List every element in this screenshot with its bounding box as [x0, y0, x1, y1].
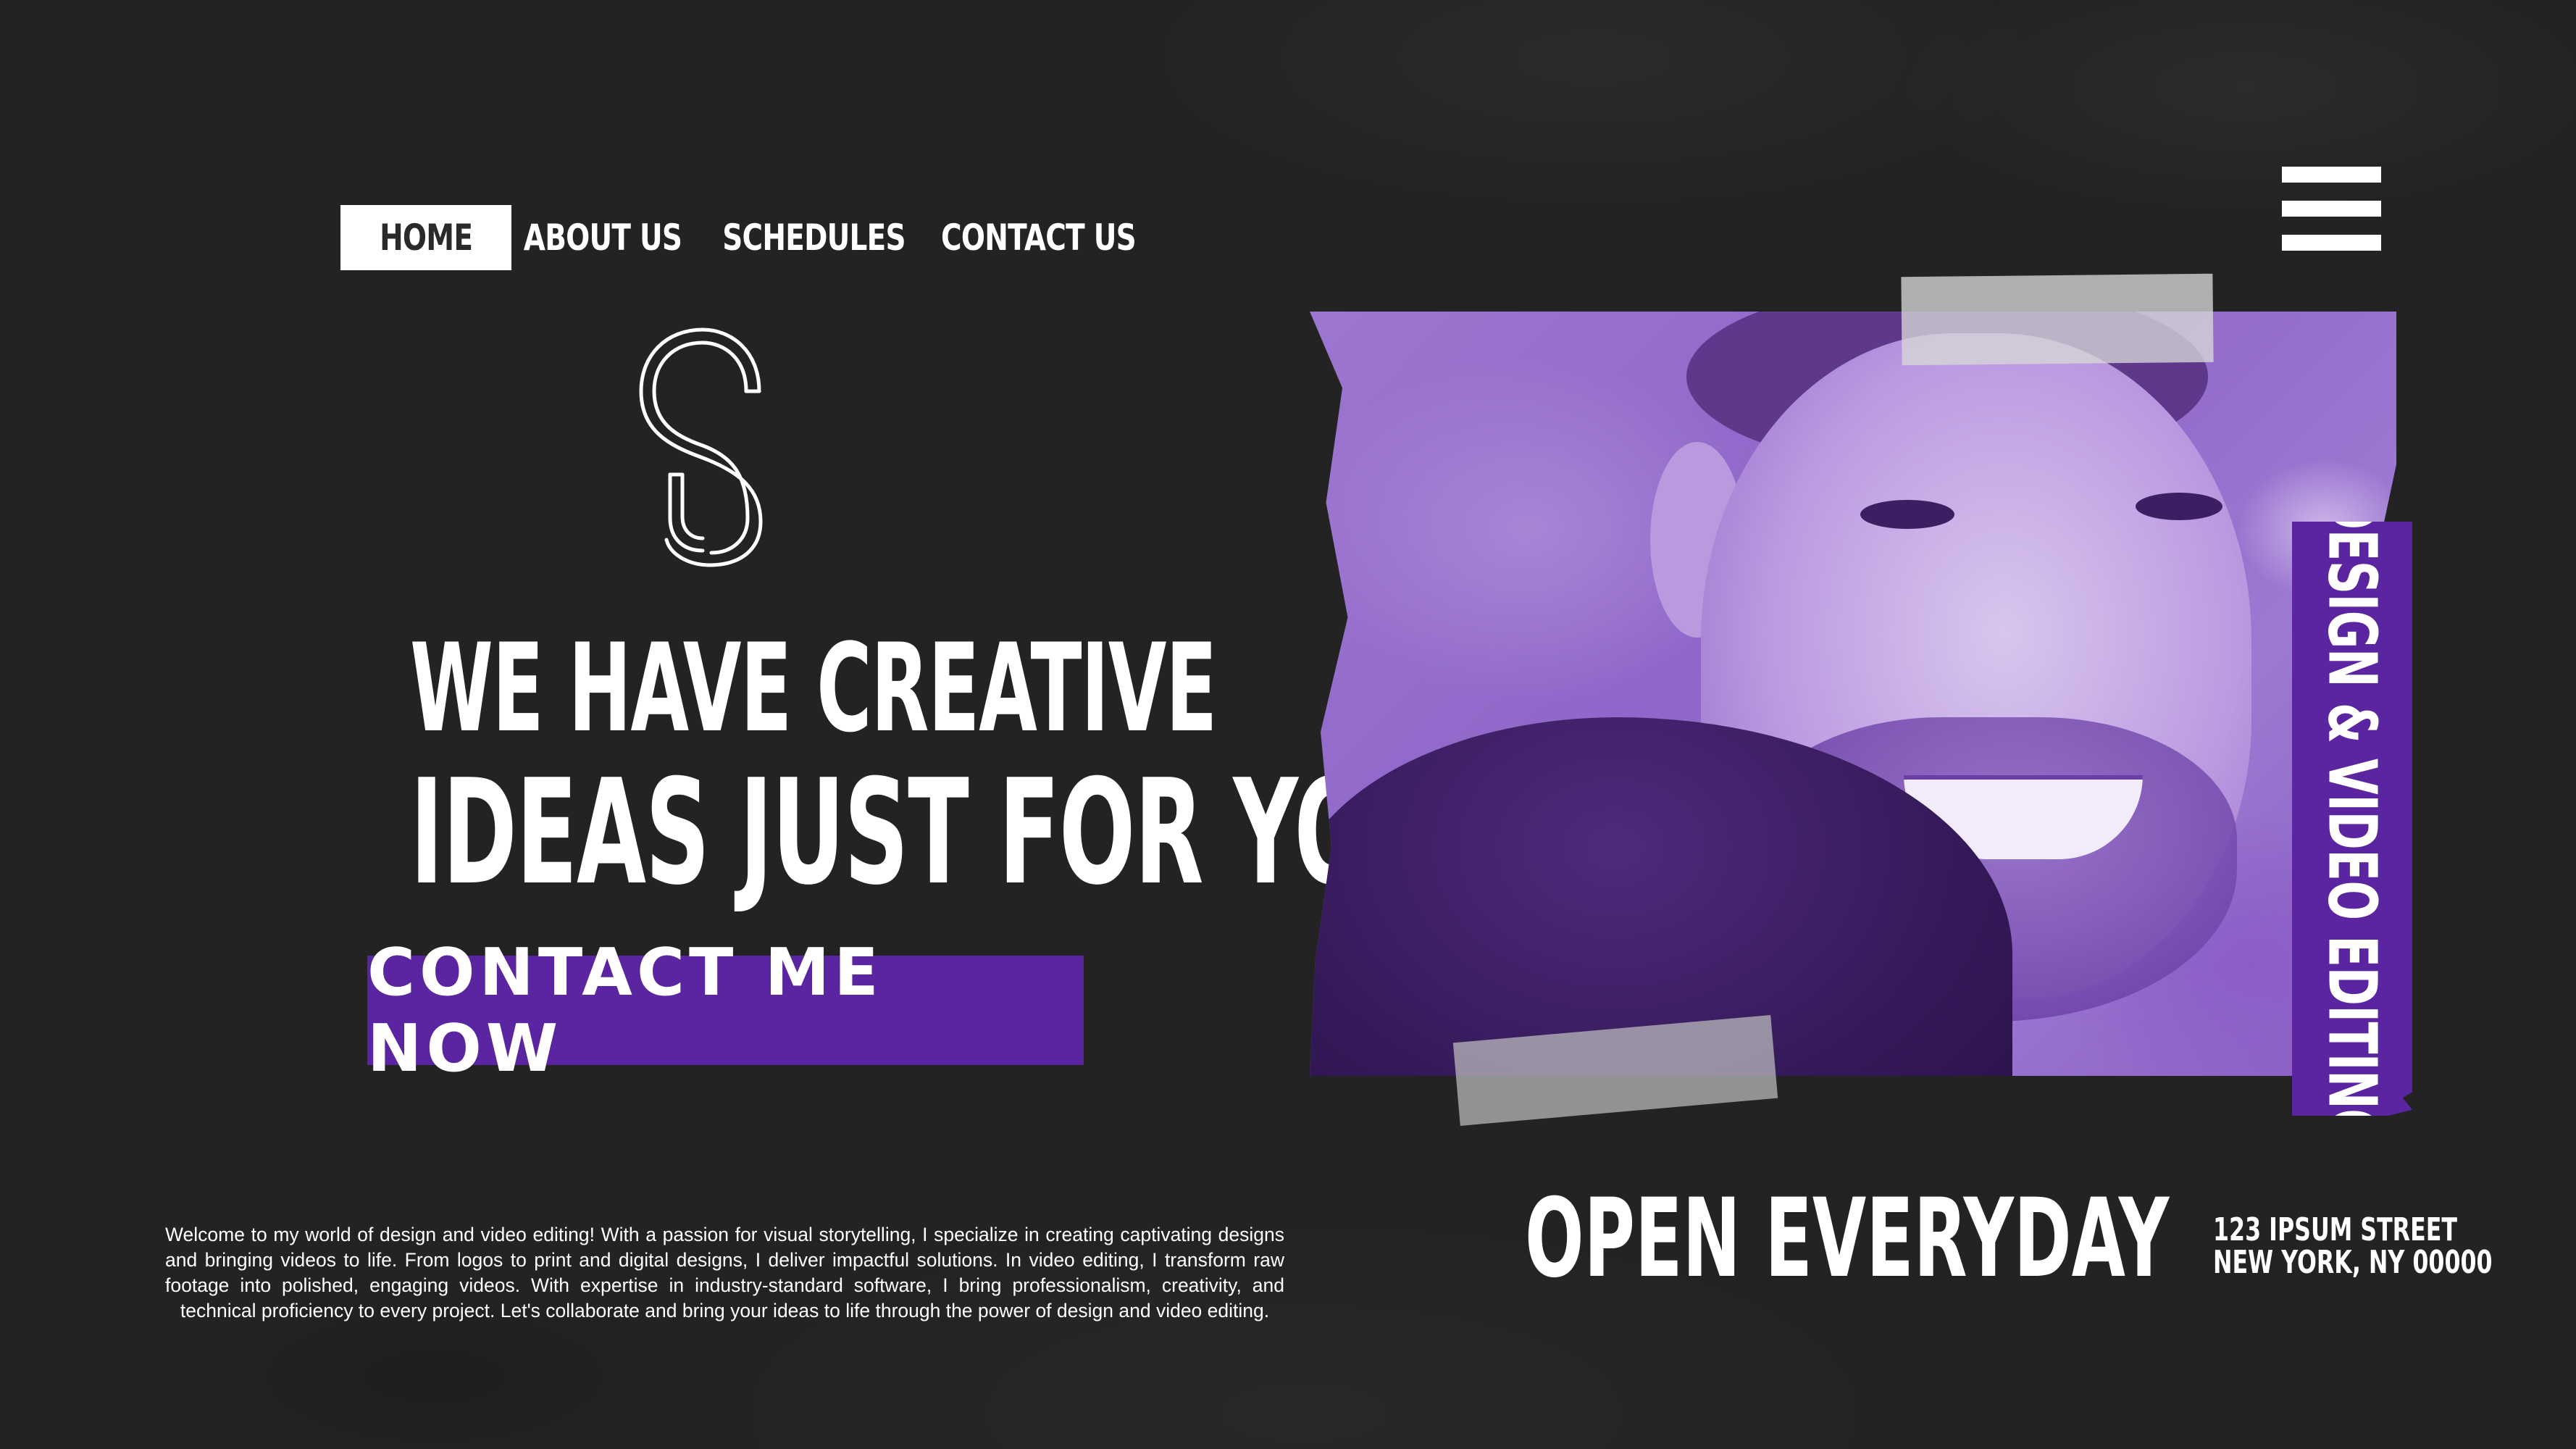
- nav-about-us[interactable]: ABOUT US: [524, 205, 682, 270]
- headline-line-2: IDEAS JUST FOR YOU: [410, 748, 1442, 917]
- opening-hours: OPEN EVERYDAY: [1525, 1176, 2170, 1302]
- address-block: 123 IPSUM STREET NEW YORK, NY 00000: [2137, 1211, 2493, 1281]
- nav-home[interactable]: HOME: [340, 205, 511, 270]
- side-banner-text: DESIGN & VIDEO EDITING: [2313, 490, 2391, 1147]
- side-banner: DESIGN & VIDEO EDITING: [2292, 522, 2412, 1116]
- hamburger-menu-icon[interactable]: [2282, 167, 2381, 251]
- nav-schedules[interactable]: SCHEDULES: [722, 205, 906, 270]
- main-nav: HOME ABOUT US SCHEDULES CONTACT US: [340, 205, 1149, 270]
- tape-strip-top: [1901, 273, 2214, 366]
- address-line-1: 123 IPSUM STREET: [2213, 1211, 2457, 1248]
- cs-monogram-logo: [639, 327, 763, 567]
- nav-contact-us[interactable]: CONTACT US: [941, 205, 1137, 270]
- headline-line-1: WE HAVE CREATIVE: [410, 617, 1217, 759]
- address-line-2: NEW YORK, NY 00000: [2213, 1244, 2493, 1281]
- portrait-photo: [1310, 312, 2396, 1076]
- contact-me-now-button[interactable]: CONTACT ME NOW: [367, 935, 1084, 1087]
- hero-headline: WE HAVE CREATIVE IDEAS JUST FOR YOU: [217, 617, 1442, 917]
- intro-paragraph: Welcome to my world of design and video …: [165, 1223, 1284, 1321]
